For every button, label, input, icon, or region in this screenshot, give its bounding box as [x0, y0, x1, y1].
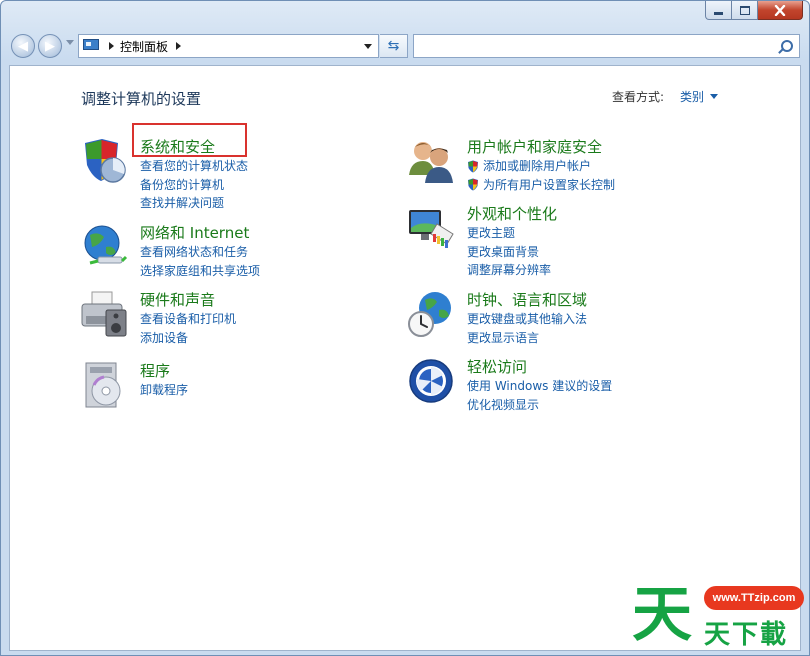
refresh-button[interactable]: ⇆: [380, 34, 408, 58]
title-bar[interactable]: [1, 1, 809, 27]
maximize-button[interactable]: [732, 1, 758, 20]
link-troubleshoot[interactable]: 查找并解决问题: [140, 194, 248, 213]
watermark-url: www.TTzip.com: [704, 586, 804, 610]
link-adjust-resolution[interactable]: 调整屏幕分辨率: [467, 261, 557, 280]
address-dropdown-icon[interactable]: [364, 44, 372, 49]
link-uninstall-program[interactable]: 卸载程序: [140, 381, 188, 400]
watermark-logo: 天 www.TTzip.com 天下載: [632, 580, 808, 656]
watermark-text: 天下載: [704, 620, 789, 650]
refresh-icon: ⇆: [387, 38, 400, 54]
minimize-button[interactable]: [705, 1, 732, 20]
link-add-device[interactable]: 添加设备: [140, 329, 236, 348]
network-globe-icon: [84, 225, 128, 265]
highlight-annotation-box: [132, 123, 247, 157]
ease-of-access-icon: [409, 359, 453, 403]
clock-globe-icon: [408, 292, 451, 337]
link-view-network-status[interactable]: 查看网络状态和任务: [140, 243, 260, 262]
search-input[interactable]: [413, 34, 800, 58]
link-add-remove-accounts[interactable]: 添加或删除用户帐户: [467, 157, 615, 176]
users-icon: [409, 142, 453, 183]
category-title-programs[interactable]: 程序: [140, 361, 188, 381]
view-by: 查看方式: 类别: [612, 88, 718, 105]
back-button[interactable]: ◀: [11, 34, 35, 58]
category-title-ease-of-access[interactable]: 轻松访问: [467, 357, 612, 377]
recent-pages-dropdown-icon[interactable]: [66, 40, 74, 45]
control-panel-window: ◀ ▶ 控制面板 ⇆ 调整计算机的设置 查看方式: 类别 系统和安全 查看您的计…: [0, 0, 810, 656]
uac-shield-icon: [468, 178, 478, 191]
view-by-label: 查看方式:: [611, 90, 664, 104]
close-icon: [774, 4, 786, 16]
caption-buttons: [705, 1, 803, 20]
shield-chart-icon: [85, 139, 126, 183]
link-parental-controls[interactable]: 为所有用户设置家长控制: [467, 176, 615, 195]
navigation-bar: ◀ ▶ 控制面板 ⇆: [1, 31, 809, 63]
link-change-theme[interactable]: 更改主题: [467, 224, 557, 243]
watermark-big-char: 天: [632, 580, 692, 650]
close-button[interactable]: [758, 1, 803, 20]
content-pane: 调整计算机的设置 查看方式: 类别 系统和安全 查看您的计算机状态 备份您的计算…: [9, 65, 801, 651]
link-devices-printers[interactable]: 查看设备和打印机: [140, 310, 236, 329]
link-change-keyboard-input[interactable]: 更改键盘或其他输入法: [467, 310, 587, 329]
view-by-dropdown[interactable]: 类别: [680, 88, 704, 105]
link-change-desktop-background[interactable]: 更改桌面背景: [467, 243, 557, 262]
link-backup-computer[interactable]: 备份您的计算机: [140, 176, 248, 195]
link-view-computer-status[interactable]: 查看您的计算机状态: [140, 157, 248, 176]
minimize-icon: [714, 11, 723, 15]
link-optimize-visual-display[interactable]: 优化视频显示: [467, 396, 612, 415]
breadcrumb-separator-icon[interactable]: [109, 42, 114, 50]
category-title-user-accounts[interactable]: 用户帐户和家庭安全: [467, 137, 615, 157]
link-change-display-language[interactable]: 更改显示语言: [467, 329, 587, 348]
link-windows-recommended-settings[interactable]: 使用 Windows 建议的设置: [467, 377, 612, 396]
link-parental-controls-label: 为所有用户设置家长控制: [483, 177, 616, 192]
chevron-down-icon[interactable]: [710, 94, 718, 99]
link-homegroup-sharing[interactable]: 选择家庭组和共享选项: [140, 262, 260, 281]
category-title-appearance[interactable]: 外观和个性化: [467, 204, 557, 224]
address-bar[interactable]: 控制面板: [78, 34, 379, 58]
page-title: 调整计算机的设置: [81, 90, 202, 108]
forward-arrow-icon: ▶: [45, 38, 55, 54]
category-title-clock-language-region[interactable]: 时钟、语言和区域: [467, 290, 587, 310]
control-panel-small-icon: [83, 39, 101, 53]
programs-disc-icon: [85, 362, 121, 408]
maximize-icon: [739, 5, 750, 15]
breadcrumb-control-panel[interactable]: 控制面板: [120, 38, 168, 55]
uac-shield-icon: [468, 160, 478, 173]
search-icon[interactable]: [781, 40, 793, 52]
back-arrow-icon: ◀: [18, 38, 28, 54]
category-title-network[interactable]: 网络和 Internet: [140, 223, 260, 243]
category-title-hardware-sound[interactable]: 硬件和声音: [140, 290, 236, 310]
printer-icon: [81, 291, 127, 337]
forward-button[interactable]: ▶: [38, 34, 62, 58]
link-add-remove-accounts-label: 添加或删除用户帐户: [483, 159, 592, 173]
appearance-monitor-icon: [409, 210, 454, 248]
breadcrumb-separator-icon[interactable]: [176, 42, 182, 50]
